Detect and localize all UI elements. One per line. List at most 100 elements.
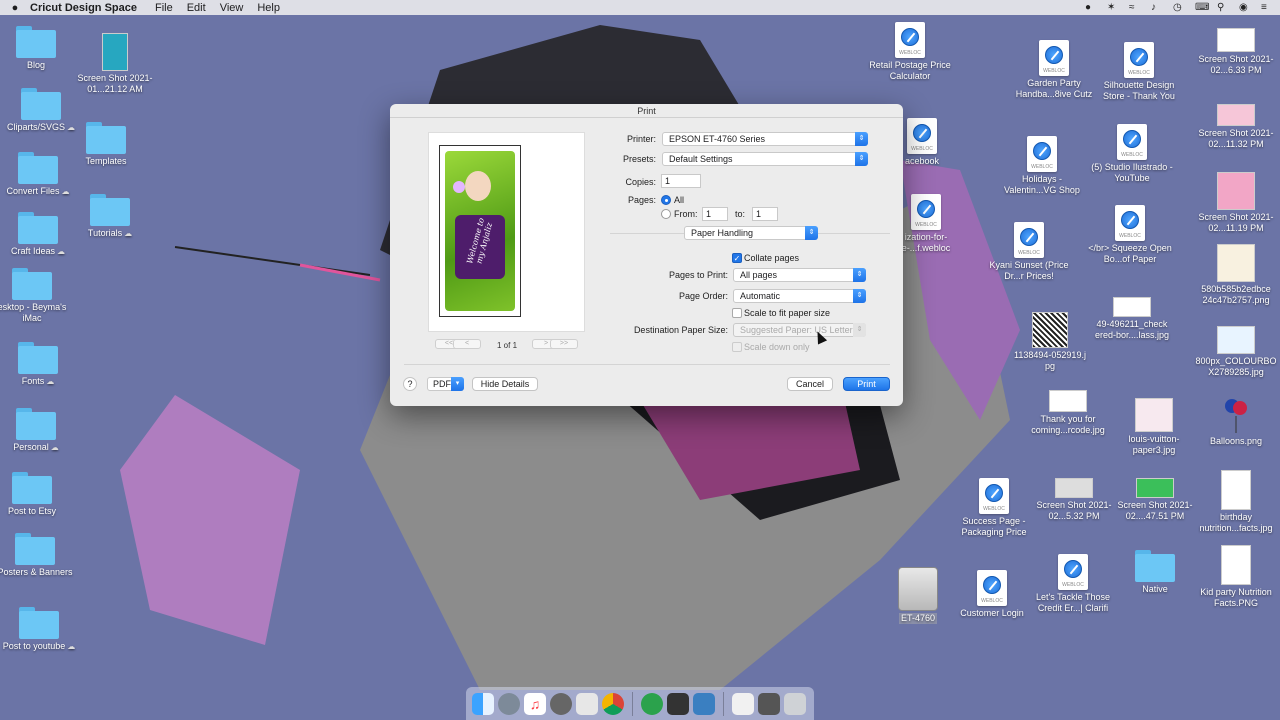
desktop-thumb-580b[interactable]: 580b585b2edbce 24c47b2757.png xyxy=(1194,244,1278,305)
apple-menu-icon[interactable]: ● xyxy=(0,2,30,14)
desktop-thumb-49-496211[interactable]: 49-496211_check ered-bor....lass.jpg xyxy=(1090,297,1174,340)
desktop-webloc-kyani[interactable]: WEBLOC Kyani Sunset (Price Dr...r Prices… xyxy=(987,222,1071,281)
silhouette-icon[interactable] xyxy=(667,692,689,715)
preview-icon[interactable] xyxy=(576,692,598,715)
desktop-webloc-studio[interactable]: WEBLOC (5) Studio Ilustrado - YouTube xyxy=(1090,124,1174,183)
search-icon[interactable]: ⚲ xyxy=(1217,2,1228,13)
chrome-icon[interactable] xyxy=(602,692,624,715)
folder-icon xyxy=(12,472,52,504)
desktop-webloc-garden-party[interactable]: WEBLOC Garden Party Handba...8ive Cutz xyxy=(1012,40,1096,99)
desktop-webloc-postage[interactable]: WEBLOC Retail Postage Price Calculator xyxy=(868,22,952,81)
printer-select[interactable]: EPSON ET-4760 Series ⇕ xyxy=(662,132,868,146)
system-prefs-icon[interactable] xyxy=(550,692,572,715)
desktop-folder-fonts[interactable]: Fonts ☁ xyxy=(0,342,80,388)
preview-page: Welcome to my Anjaliz xyxy=(439,145,521,317)
launchpad-icon[interactable] xyxy=(498,692,520,715)
help-button[interactable]: ? xyxy=(403,377,417,391)
image-thumbnail-icon xyxy=(1221,545,1251,585)
pages-to-print-select[interactable]: All pages ⇕ xyxy=(733,268,866,282)
last-page-button[interactable]: >> xyxy=(550,339,578,349)
photos-icon[interactable] xyxy=(693,692,715,715)
desktop-folder-blog[interactable]: Blog xyxy=(0,26,78,71)
separator xyxy=(404,364,890,365)
pages-from-field[interactable]: 1 xyxy=(702,207,728,221)
desktop-folder-desktop[interactable]: esktop - Beyma's iMac xyxy=(0,268,74,323)
finder-icon[interactable] xyxy=(472,692,494,715)
desktop-folder-personal[interactable]: Personal ☁ xyxy=(0,408,78,454)
desktop-disk-et4760[interactable]: ET-4760 xyxy=(876,567,960,624)
desktop-thumb-balloons[interactable]: Balloons.png xyxy=(1194,396,1278,447)
desktop-thumb-louis-vuitton[interactable]: louis-vuitton-paper3.jpg xyxy=(1112,398,1196,455)
wifi-icon[interactable]: ≈ xyxy=(1129,2,1140,13)
desktop-thumb-screenshot-3[interactable]: Screen Shot 2021-02...11.19 PM xyxy=(1194,172,1278,233)
section-select[interactable]: Paper Handling ⇕ xyxy=(684,226,818,240)
app-menu[interactable]: Cricut Design Space xyxy=(30,2,137,14)
desktop-webloc-squeeze[interactable]: WEBLOC </br> Squeeze Open Bo...of Paper xyxy=(1088,205,1172,264)
menu-view[interactable]: View xyxy=(220,2,244,14)
desktop-folder-native[interactable]: Native xyxy=(1113,550,1197,595)
cancel-button[interactable]: Cancel xyxy=(787,377,833,391)
documents-icon[interactable] xyxy=(758,692,780,715)
control-center-icon[interactable]: ≡ xyxy=(1261,2,1272,13)
scale-to-fit-label: Scale to fit paper size xyxy=(744,308,831,318)
desktop-thumb-thank-you[interactable]: Thank you for coming...rcode.jpg xyxy=(1026,390,1110,435)
external-disk-icon xyxy=(898,567,938,611)
desktop-folder-post-etsy[interactable]: Post to Etsy xyxy=(0,472,74,517)
name-plaque: Welcome to my Anjaliz xyxy=(455,215,505,279)
image-thumbnail-icon xyxy=(1217,244,1255,282)
hide-details-button[interactable]: Hide Details xyxy=(472,377,538,391)
menu-edit[interactable]: Edit xyxy=(187,2,206,14)
desktop-webloc-silhouette[interactable]: WEBLOC Silhouette Design Store - Thank Y… xyxy=(1097,42,1181,101)
menu-file[interactable]: File xyxy=(155,2,173,14)
desktop-webloc-customer-login[interactable]: WEBLOC Customer Login xyxy=(950,570,1034,619)
page-order-select[interactable]: Automatic ⇕ xyxy=(733,289,866,303)
image-thumbnail-icon xyxy=(1135,398,1173,432)
trash-icon[interactable] xyxy=(784,692,806,715)
dest-paper-size-select[interactable]: Suggested Paper: US Letter ⇕ xyxy=(733,323,866,337)
print-button[interactable]: Print xyxy=(843,377,890,391)
desktop-thumb-screenshot-4[interactable]: Screen Shot 2021-02...5.32 PM xyxy=(1032,478,1116,521)
pages-all-radio[interactable] xyxy=(661,195,671,205)
folder-icon xyxy=(90,194,130,226)
desktop-folder-posters[interactable]: Posters & Banners xyxy=(0,533,77,578)
bluetooth-icon[interactable]: ✶ xyxy=(1107,2,1118,13)
desktop-thumb-1138494[interactable]: 1138494-052919.j pg xyxy=(1008,312,1092,371)
desktop-folder-convert[interactable]: Convert Files ☁ xyxy=(0,152,80,198)
desktop-thumb-800px[interactable]: 800px_COLOURBO X2789285.jpg xyxy=(1194,326,1278,377)
desktop-thumb-screenshot-5[interactable]: Screen Shot 2021-02....47.51 PM xyxy=(1113,478,1197,521)
webloc-icon: WEBLOC xyxy=(1117,124,1147,160)
music-icon[interactable]: ♫ xyxy=(524,692,546,715)
desktop-webloc-holidays[interactable]: WEBLOC Holidays - Valentin...VG Shop xyxy=(1000,136,1084,195)
prev-page-button[interactable]: < xyxy=(453,339,481,349)
menu-help[interactable]: Help xyxy=(257,2,280,14)
cricut-icon[interactable] xyxy=(641,692,663,715)
pdf-menu-button[interactable]: PDF ▾ xyxy=(427,377,464,391)
desktop-thumb-screenshot-1[interactable]: Screen Shot 2021-02...6.33 PM xyxy=(1194,28,1278,75)
desktop-folder-youtube[interactable]: Post to youtube ☁ xyxy=(0,607,81,653)
volume-icon[interactable]: ♪ xyxy=(1151,2,1162,13)
webloc-icon: WEBLOC xyxy=(1014,222,1044,258)
desktop-thumb-birthday-nutrition[interactable]: birthday nutrition...facts.jpg xyxy=(1194,470,1278,533)
folder-icon xyxy=(15,533,55,565)
copies-field[interactable]: 1 xyxy=(661,174,701,188)
desktop-file-screenshot[interactable]: Screen Shot 2021-01...21.12 AM xyxy=(73,33,157,94)
desktop-thumb-screenshot-2[interactable]: Screen Shot 2021-02...11.32 PM xyxy=(1194,104,1278,149)
scale-to-fit-checkbox[interactable] xyxy=(732,308,742,318)
keyboard-icon[interactable]: ⌨ xyxy=(1195,2,1209,13)
pages-to-field[interactable]: 1 xyxy=(752,207,778,221)
desktop-webloc-success[interactable]: WEBLOC Success Page - Packaging Price xyxy=(952,478,1036,537)
desktop-folder-tutorials[interactable]: Tutorials ☁ xyxy=(68,194,152,240)
record-icon[interactable]: ● xyxy=(1085,2,1096,13)
desktop-webloc-credit[interactable]: WEBLOC Let's Tackle Those Credit Er...| … xyxy=(1031,554,1115,613)
siri-icon[interactable]: ◉ xyxy=(1239,2,1250,13)
image-thumbnail-icon xyxy=(1055,478,1093,498)
collate-checkbox[interactable]: ✓ xyxy=(732,253,742,263)
pages-range-radio[interactable] xyxy=(661,209,671,219)
presets-select[interactable]: Default Settings ⇕ xyxy=(662,152,868,166)
scale-down-checkbox[interactable] xyxy=(732,342,742,352)
desktop-thumb-kid-party[interactable]: Kid party Nutrition Facts.PNG xyxy=(1194,545,1278,608)
clock-icon[interactable]: ◷ xyxy=(1173,2,1184,13)
desktop-folder-craft-ideas[interactable]: Craft Ideas ☁ xyxy=(0,212,80,258)
image-thumbnail-icon xyxy=(1032,312,1068,348)
downloads-icon[interactable] xyxy=(732,692,754,715)
